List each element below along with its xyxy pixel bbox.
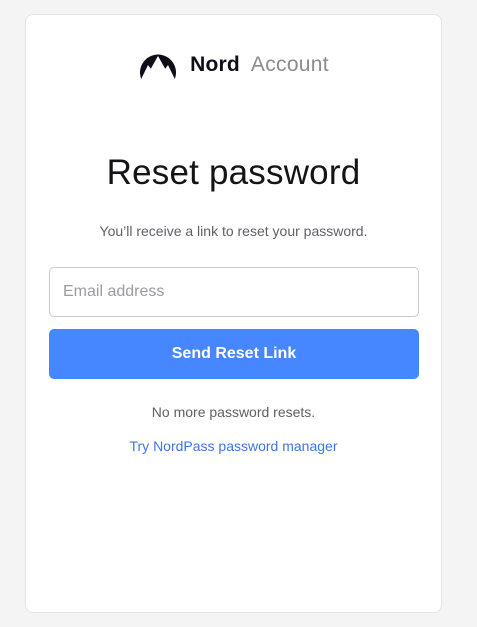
- nordpass-link[interactable]: Try NordPass password manager: [26, 438, 441, 454]
- brand-subtitle: Account: [250, 53, 329, 76]
- send-reset-link-button[interactable]: Send Reset Link: [49, 329, 419, 379]
- brand-header: Nord Account: [26, 48, 441, 82]
- brand-name: Nord: [190, 53, 240, 76]
- page-title: Reset password: [106, 153, 361, 192]
- nord-mountain-logo-icon: [140, 54, 177, 79]
- reset-password-card: Nord Account Reset password You’ll recei…: [25, 14, 442, 613]
- no-more-resets-note: No more password resets.: [151, 404, 316, 420]
- email-field[interactable]: [49, 267, 419, 317]
- page-subtitle: You’ll receive a link to reset your pass…: [99, 223, 368, 239]
